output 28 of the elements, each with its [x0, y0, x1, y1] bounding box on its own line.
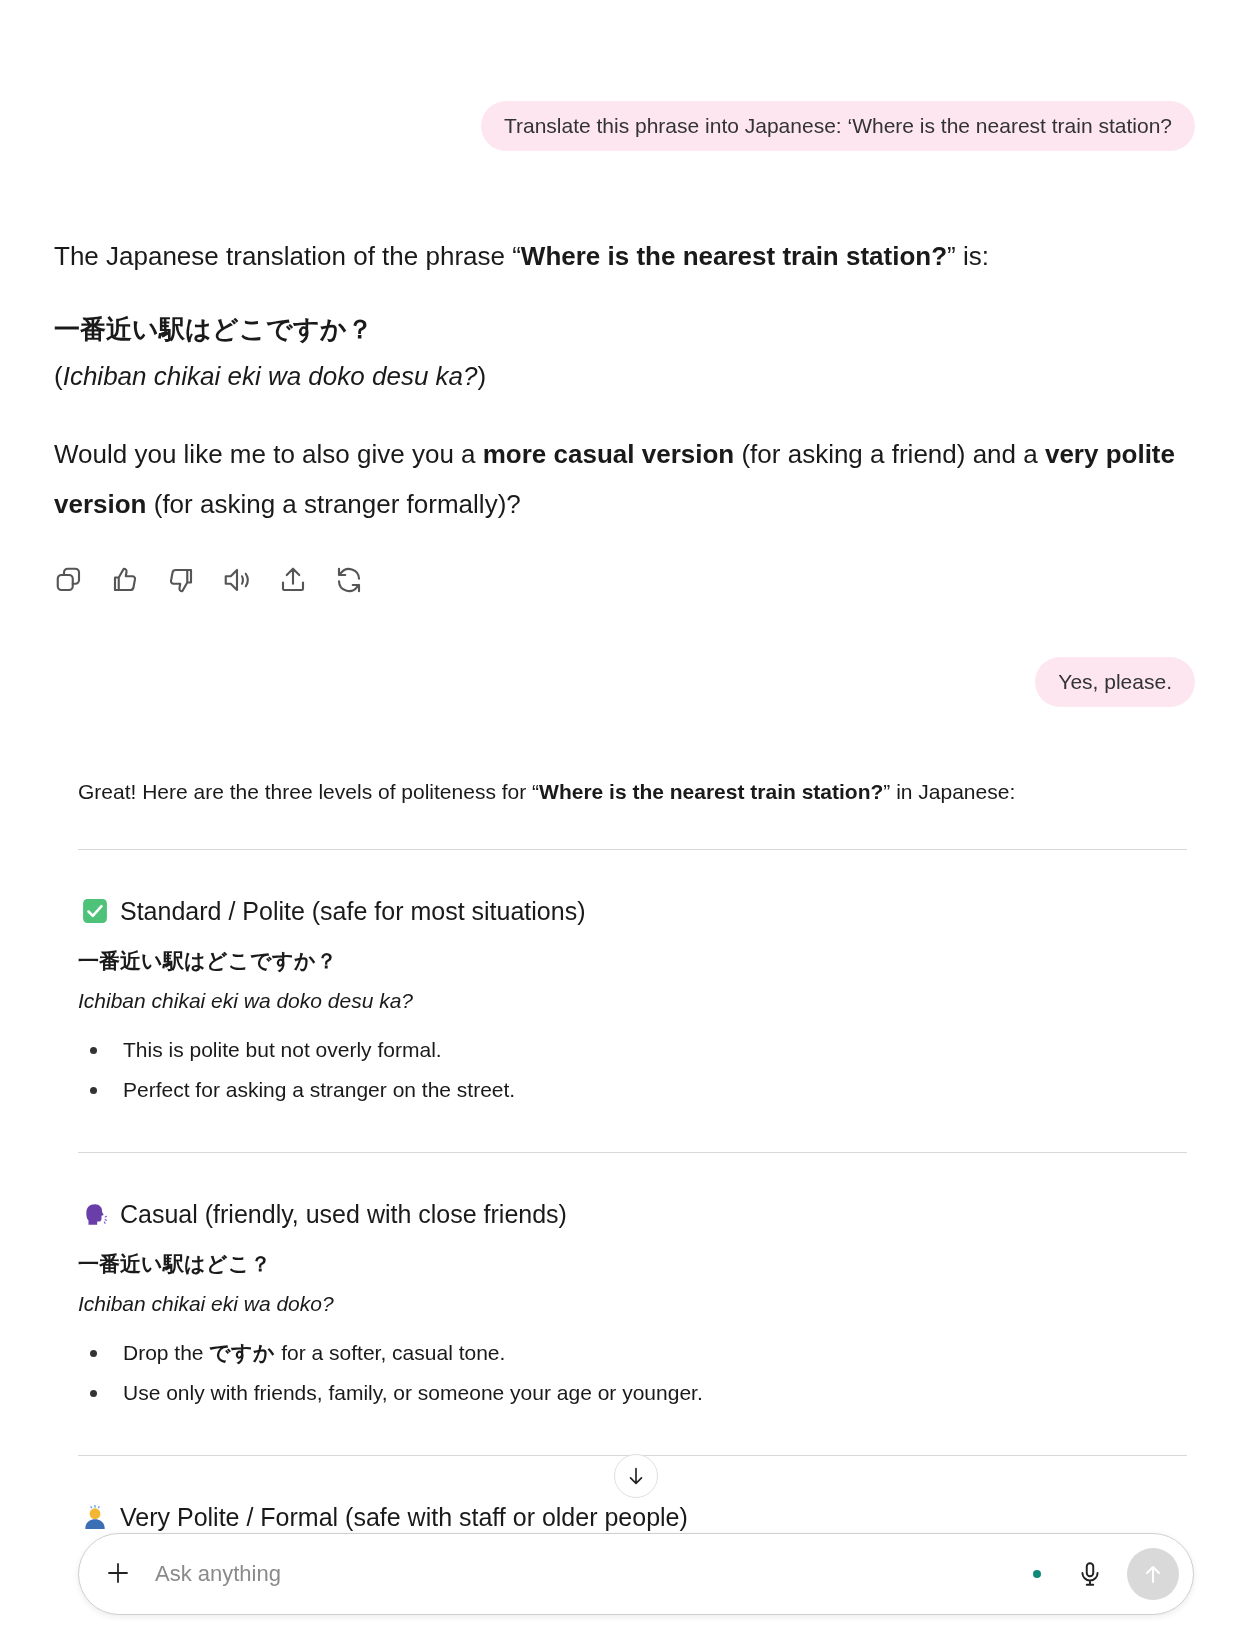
bullet-text: Drop the ですか for a softer, casual tone. [123, 1340, 506, 1366]
scroll-down-button[interactable] [614, 1454, 658, 1498]
romaji-text: Ichiban chikai eki wa doko? [78, 1291, 335, 1317]
bowing-person-icon [82, 1504, 108, 1530]
bullet-icon [90, 1349, 97, 1357]
user-message: Translate this phrase into Japanese: ‘Where is the nearest train station? [480, 101, 1195, 151]
bullet-text: This is polite but not overly formal. [123, 1038, 442, 1062]
response-intro: Great! Here are the three levels of politeness for “Where is the nearest train station?” in Japanese: [78, 779, 1017, 805]
check-mark-icon [82, 898, 108, 924]
bullet-text: Use only with friends, family, or someone your age or younger. [123, 1381, 703, 1405]
response-paragraph: Would you like me to also give you a more casual version (for asking a friend) and a very polite version (for asking a stranger formally)? [54, 438, 1176, 521]
japanese-text: 一番近い駅はどこ？ [78, 1251, 272, 1278]
bullet-icon [90, 1389, 97, 1397]
section-heading: Casual (friendly, used with close friends) [120, 1199, 567, 1230]
japanese-text: 一番近い駅はどこですか？ [78, 948, 338, 975]
section-heading: Very Polite / Formal (safe with staff or older people) [120, 1502, 688, 1533]
bullet-icon [90, 1046, 97, 1054]
status-dot-icon [1033, 1570, 1041, 1578]
romaji-text: (Ichiban chikai eki wa doko desu ka?) [54, 360, 488, 393]
user-message: Yes, please. [1035, 657, 1195, 707]
message-composer[interactable]: Ask anything [78, 1533, 1194, 1615]
bullet-text: Perfect for asking a stranger on the street. [123, 1078, 516, 1102]
message-input[interactable]: Ask anything [153, 1560, 1033, 1588]
section-heading: Standard / Polite (safe for most situations) [120, 896, 586, 927]
bullet-icon [90, 1086, 97, 1094]
romaji-text: Ichiban chikai eki wa doko desu ka? [78, 988, 415, 1014]
response-paragraph: The Japanese translation of the phrase “Where is the nearest train station?” is: [54, 240, 990, 273]
japanese-text: 一番近い駅はどこですか？ [54, 313, 374, 346]
